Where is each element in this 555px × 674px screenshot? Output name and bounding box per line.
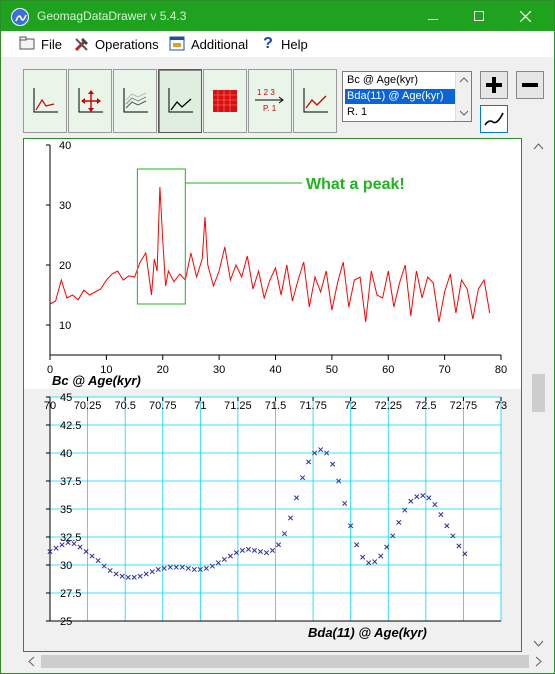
line-plot-icon <box>168 88 193 113</box>
bottom-x-tick-label: 72 <box>345 400 357 412</box>
vertical-scrollbar[interactable] <box>530 138 547 652</box>
bottom-x-tick-label: 72.75 <box>450 400 478 412</box>
top-y-tick-label: 30 <box>59 200 71 212</box>
bottom-x-tick-label: 71.25 <box>224 400 252 412</box>
window-title: GeomagDataDrawer v 5.4.3 <box>37 9 187 23</box>
bottom-x-tick-label: 71.5 <box>265 400 286 412</box>
peak-annotation-text: What a peak! <box>306 176 405 193</box>
title-bar[interactable]: GeomagDataDrawer v 5.4.3 <box>1 1 554 31</box>
top-x-tick-label: 40 <box>269 364 281 376</box>
top-y-tick-label: 40 <box>59 140 71 152</box>
pen-icon <box>484 112 504 126</box>
app-window: GeomagDataDrawer v 5.4.3 File Operations <box>0 0 555 674</box>
question-icon: ? <box>263 35 273 52</box>
maximize-button[interactable] <box>456 1 502 31</box>
bottom-y-tick-label: 37.5 <box>60 476 81 488</box>
red-grid-icon <box>213 90 237 112</box>
top-y-tick-label: 10 <box>59 320 71 332</box>
bottom-x-tick-label: 73 <box>495 400 507 412</box>
plot-list-item[interactable]: R. 1 <box>345 105 455 120</box>
close-icon <box>519 10 531 22</box>
plus-icon <box>486 77 502 93</box>
bottom-x-tick-label: 70.75 <box>149 400 177 412</box>
bottom-x-axis-label: Bda(11) @ Age(kyr) <box>308 625 427 640</box>
toolbar-button-red-grid[interactable] <box>203 69 247 133</box>
chevron-down-icon <box>459 110 469 116</box>
bottom-x-tick-label: 70.25 <box>74 400 102 412</box>
add-plot-button[interactable] <box>480 71 508 99</box>
toolbar-button-line-plot[interactable] <box>158 69 202 133</box>
vertical-scroll-thumb[interactable] <box>532 374 545 412</box>
menu-bar: File Operations Additional ? Help <box>1 31 554 57</box>
edit-plot-button[interactable] <box>480 105 508 133</box>
menu-operations[interactable]: Operations <box>73 35 159 53</box>
folder-icon <box>19 36 37 52</box>
menu-additional[interactable]: Additional <box>169 35 248 53</box>
plot-list-item-selected[interactable]: Bda(11) @ Age(kyr) <box>345 89 455 104</box>
plot-area[interactable]: 0 10 20 30 40 50 60 70 80 10 20 30 40 What a peak! Bc … <box>23 138 522 652</box>
bottom-x-tick-label: 70 <box>44 400 56 412</box>
top-x-tick-label: 20 <box>157 364 169 376</box>
bottom-y-tick-label: 40 <box>60 448 72 460</box>
bottom-y-tick-label: 30 <box>60 560 72 572</box>
bottom-x-tick-label: 71.75 <box>299 400 327 412</box>
chevron-up-icon <box>459 77 469 83</box>
bottom-x-tick-label: 72.5 <box>415 400 436 412</box>
multi-line-icon <box>123 88 148 113</box>
toolbar-button-red-line[interactable] <box>293 69 337 133</box>
plot-list[interactable]: Bc @ Age(kyr) Bda(11) @ Age(kyr) R. 1 <box>342 71 472 122</box>
horizontal-scroll-thumb[interactable] <box>41 655 529 668</box>
horizontal-scrollbar[interactable] <box>23 653 547 670</box>
page-number-icon: 1 2 3 P. 1 <box>255 88 284 113</box>
charts-canvas: 0 10 20 30 40 50 60 70 8010203040What a peak!Bc … <box>24 139 521 645</box>
top-x-tick-label: 50 <box>326 364 338 376</box>
toolbar-button-page-number[interactable]: 1 2 3 P. 1 <box>248 69 292 133</box>
bottom-y-tick-label: 25 <box>60 616 72 628</box>
tools-icon <box>73 36 91 52</box>
chevron-up-icon <box>533 143 544 150</box>
page-number-icon-bottom: P. 1 <box>263 104 277 113</box>
page-number-icon-top: 1 2 3 <box>257 88 275 97</box>
top-x-tick-label: 70 <box>439 364 451 376</box>
top-x-axis-label: Bc @ Age(kyr) <box>52 373 141 388</box>
top-chart-background <box>24 139 521 389</box>
top-x-tick-label: 30 <box>213 364 225 376</box>
top-x-tick-label: 80 <box>495 364 507 376</box>
chevron-left-icon <box>28 656 35 667</box>
bda-age-chart: 70 70.25 70.5 70.75 71 71.25 71.5 71.75 72 72.25 7… <box>44 392 507 640</box>
bottom-y-tick-label: 42.5 <box>60 420 81 432</box>
bottom-x-tick-label: 71 <box>194 400 206 412</box>
toolbar-button-multi-line[interactable] <box>113 69 157 133</box>
chevron-down-icon <box>533 640 544 647</box>
chevron-right-icon <box>535 656 542 667</box>
window-icon <box>169 36 187 52</box>
minimize-button[interactable] <box>410 1 456 31</box>
remove-plot-button[interactable] <box>516 71 544 99</box>
bottom-x-tick-label: 72.25 <box>374 400 402 412</box>
plot-list-item[interactable]: Bc @ Age(kyr) <box>345 73 455 88</box>
toolbar-button-move-axes[interactable] <box>68 69 112 133</box>
move-axes-icon <box>78 88 103 113</box>
bottom-y-tick-label: 45 <box>60 392 72 404</box>
red-line-icon <box>303 88 328 113</box>
menu-help[interactable]: ? Help <box>259 35 308 53</box>
menu-file[interactable]: File <box>19 35 62 53</box>
top-x-tick-label: 60 <box>382 364 394 376</box>
app-logo-icon <box>11 8 29 26</box>
bottom-y-tick-label: 35 <box>60 504 72 516</box>
top-y-tick-label: 20 <box>59 260 71 272</box>
plot-list-scrollbar[interactable] <box>455 72 471 121</box>
axes-plot-icon <box>33 88 58 113</box>
minus-icon <box>522 83 538 87</box>
close-button[interactable] <box>502 1 548 31</box>
minimize-icon <box>428 18 438 20</box>
toolbar-button-axes-plot[interactable] <box>23 69 67 133</box>
bottom-y-tick-label: 32.5 <box>60 532 81 544</box>
maximize-icon <box>474 11 484 21</box>
bottom-x-tick-label: 70.5 <box>114 400 135 412</box>
bottom-y-tick-label: 27.5 <box>60 588 81 600</box>
